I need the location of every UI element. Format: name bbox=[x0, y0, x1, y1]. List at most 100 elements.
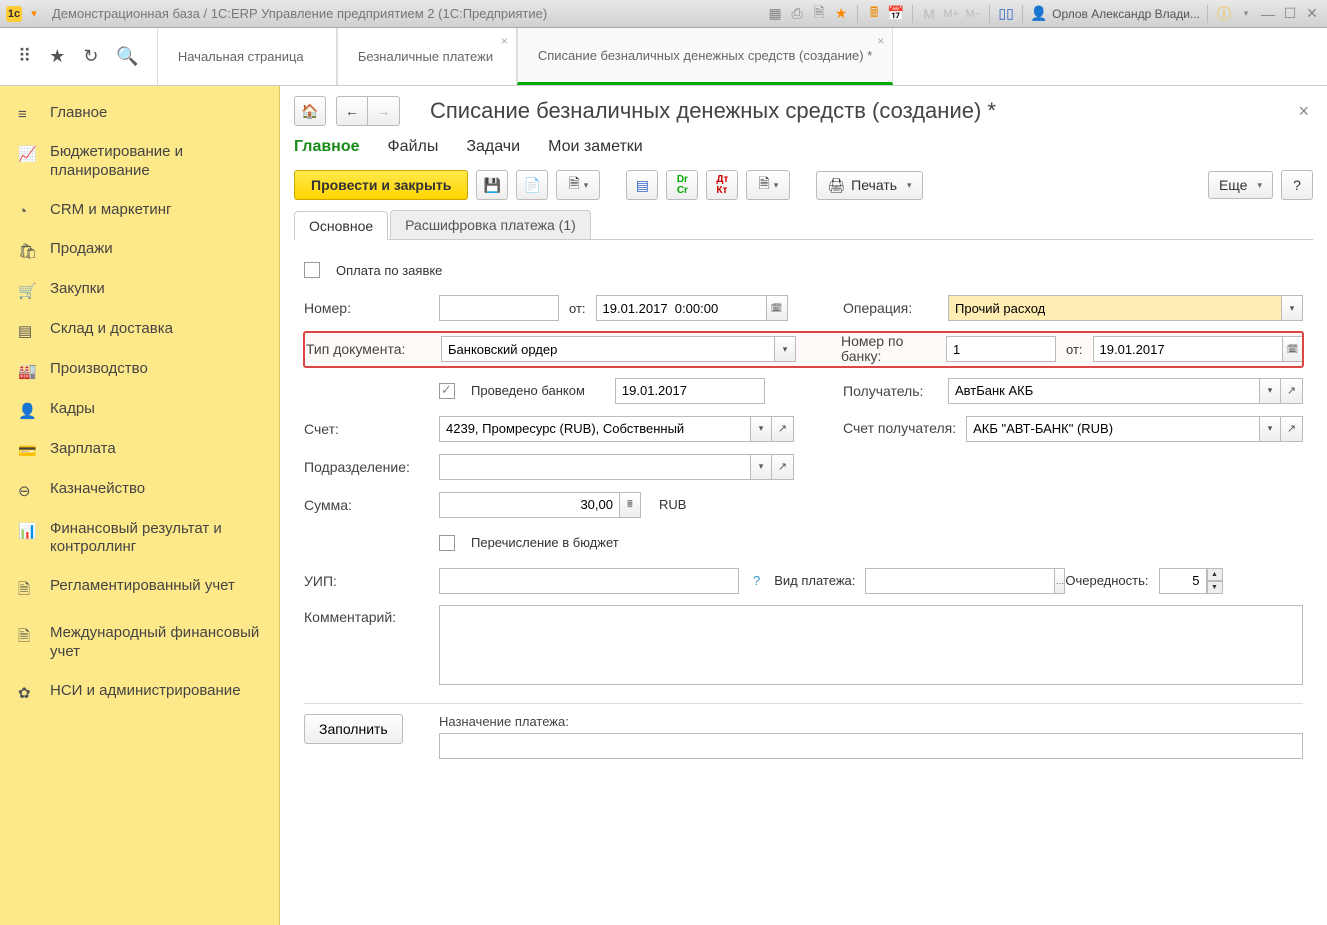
calendar-icon[interactable]: 📅 bbox=[887, 5, 905, 23]
sidebar-item-sales[interactable]: 🛍Продажи bbox=[0, 230, 279, 270]
payment-kind-input[interactable] bbox=[865, 568, 1054, 594]
apps-grid-icon[interactable]: ⠿ bbox=[18, 46, 31, 67]
window-menu-icon[interactable]: ▾ bbox=[26, 6, 42, 22]
account-input[interactable] bbox=[439, 416, 750, 442]
maximize-icon[interactable]: ☐ bbox=[1281, 5, 1299, 23]
tab-start-page[interactable]: Начальная страница bbox=[157, 28, 337, 85]
drcr-icon[interactable]: DrCr bbox=[666, 170, 698, 200]
m-icon[interactable]: M bbox=[920, 5, 938, 23]
sidebar-item-budgeting[interactable]: 📈Бюджетирование и планирование bbox=[0, 133, 279, 191]
dropdown-icon[interactable]: ▾ bbox=[1237, 5, 1255, 23]
tool-icon-3[interactable]: 🗎 bbox=[810, 5, 828, 23]
sidebar-item-hr[interactable]: 👤Кадры bbox=[0, 390, 279, 430]
budget-transfer-checkbox[interactable] bbox=[439, 535, 455, 551]
back-button[interactable]: ← bbox=[336, 96, 368, 126]
dropdown-icon[interactable]: ▾ bbox=[1281, 295, 1303, 321]
sidebar-item-treasury[interactable]: ⊖Казначейство bbox=[0, 470, 279, 510]
search-icon[interactable]: 🔍 bbox=[116, 46, 138, 67]
sidebar-item-main[interactable]: ≡Главное bbox=[0, 94, 279, 133]
date-input[interactable] bbox=[596, 295, 766, 321]
division-input[interactable] bbox=[439, 454, 750, 480]
sidebar-item-admin[interactable]: ✿НСИ и администрирование bbox=[0, 672, 279, 712]
sidebar-item-payroll[interactable]: 💳Зарплата bbox=[0, 430, 279, 470]
favorites-icon[interactable]: ★ bbox=[49, 46, 65, 67]
sum-input[interactable] bbox=[439, 492, 619, 518]
minimize-icon[interactable]: — bbox=[1259, 5, 1277, 23]
post-and-close-button[interactable]: Провести и закрыть bbox=[294, 170, 468, 200]
basis-dropdown-icon[interactable]: 🗎 bbox=[556, 170, 600, 200]
help-button[interactable]: ? bbox=[1281, 170, 1313, 200]
tab-close-icon[interactable]: × bbox=[877, 34, 884, 48]
close-window-icon[interactable]: ✕ bbox=[1303, 5, 1321, 23]
operation-select[interactable] bbox=[948, 295, 1281, 321]
dropdown-icon[interactable]: ▾ bbox=[1259, 378, 1281, 404]
calendar-button[interactable]: 🗓 bbox=[766, 295, 788, 321]
calendar-button[interactable]: 🗓 bbox=[1282, 336, 1304, 362]
sidebar-item-crm[interactable]: ◔CRM и маркетинг bbox=[0, 191, 279, 230]
calc-icon[interactable]: 🖩 bbox=[865, 5, 883, 23]
tab-cashless-payments[interactable]: Безналичные платежи × bbox=[337, 28, 517, 85]
related-dropdown-icon[interactable]: 🗎 bbox=[746, 170, 790, 200]
open-icon[interactable]: ↗ bbox=[772, 454, 794, 480]
sidebar-item-production[interactable]: 🏭Производство bbox=[0, 350, 279, 390]
priority-input[interactable] bbox=[1159, 568, 1207, 594]
save-icon[interactable]: 💾 bbox=[476, 170, 508, 200]
tab-writeoff-funds[interactable]: Списание безналичных денежных средств (с… bbox=[517, 28, 893, 85]
report-icon[interactable]: ▤ bbox=[626, 170, 658, 200]
info-icon[interactable]: ⓘ bbox=[1215, 5, 1233, 23]
purpose-input[interactable] bbox=[439, 733, 1303, 759]
forward-button[interactable]: → bbox=[368, 96, 400, 126]
bank-number-input[interactable] bbox=[946, 336, 1056, 362]
sidebar-item-regaccounting[interactable]: 🗎Регламентированный учет bbox=[0, 567, 279, 614]
sidebar-item-purchases[interactable]: 🛒Закупки bbox=[0, 270, 279, 310]
print-dropdown[interactable]: 🖨Печать bbox=[816, 171, 922, 200]
close-document-icon[interactable]: × bbox=[1294, 97, 1313, 126]
uip-help-icon[interactable]: ? bbox=[749, 573, 764, 588]
doc-nav-notes[interactable]: Мои заметки bbox=[548, 134, 643, 160]
doc-nav-files[interactable]: Файлы bbox=[388, 134, 439, 160]
sidebar-item-intlaccounting[interactable]: 🗎Международный финансовый учет bbox=[0, 614, 279, 672]
sidebar-item-finresult[interactable]: 📊Финансовый результат и контроллинг bbox=[0, 510, 279, 568]
post-icon[interactable]: 📄 bbox=[516, 170, 548, 200]
recipient-input[interactable] bbox=[948, 378, 1259, 404]
open-icon[interactable]: ↗ bbox=[772, 416, 794, 442]
comment-textarea[interactable] bbox=[439, 605, 1303, 685]
history-icon[interactable]: ↻ bbox=[83, 46, 98, 67]
calculator-button[interactable]: 🖩 bbox=[619, 492, 641, 518]
dropdown-icon[interactable]: ▾ bbox=[750, 454, 772, 480]
pay-by-request-checkbox[interactable] bbox=[304, 262, 320, 278]
open-icon[interactable]: ↗ bbox=[1281, 416, 1303, 442]
doc-nav-tasks[interactable]: Задачи bbox=[466, 134, 520, 160]
doc-nav-main[interactable]: Главное bbox=[294, 134, 360, 160]
dropdown-icon[interactable]: ▾ bbox=[750, 416, 772, 442]
subtab-main[interactable]: Основное bbox=[294, 211, 388, 240]
spin-down-icon[interactable]: ▼ bbox=[1207, 581, 1223, 594]
recipient-acc-input[interactable] bbox=[966, 416, 1259, 442]
windows-icon[interactable]: ▯▯ bbox=[997, 5, 1015, 23]
fill-button[interactable]: Заполнить bbox=[304, 714, 403, 744]
dropdown-icon[interactable]: ▾ bbox=[1259, 416, 1281, 442]
tab-close-icon[interactable]: × bbox=[501, 34, 508, 48]
number-input[interactable] bbox=[439, 295, 559, 321]
dropdown-icon[interactable]: ▾ bbox=[774, 336, 796, 362]
home-button[interactable]: 🏠 bbox=[294, 96, 326, 126]
sidebar-item-warehouse[interactable]: ▤Склад и доставка bbox=[0, 310, 279, 350]
subtab-payment-details[interactable]: Расшифровка платежа (1) bbox=[390, 210, 591, 239]
bank-processed-checkbox[interactable] bbox=[439, 383, 455, 399]
open-icon[interactable]: ↗ bbox=[1281, 378, 1303, 404]
tool-icon-1[interactable]: ▦ bbox=[766, 5, 784, 23]
dtkt-icon[interactable]: ДтКт bbox=[706, 170, 738, 200]
select-button[interactable]: … bbox=[1054, 568, 1065, 594]
bank-processed-date-input[interactable] bbox=[615, 378, 765, 404]
m-minus-icon[interactable]: M− bbox=[964, 5, 982, 23]
user-name[interactable]: Орлов Александр Влади... bbox=[1052, 7, 1200, 21]
gear-icon: ✿ bbox=[18, 684, 36, 702]
more-dropdown[interactable]: Еще bbox=[1208, 171, 1273, 199]
m-plus-icon[interactable]: M+ bbox=[942, 5, 960, 23]
tool-icon-2[interactable]: ⎙ bbox=[788, 5, 806, 23]
uip-input[interactable] bbox=[439, 568, 739, 594]
spin-up-icon[interactable]: ▲ bbox=[1207, 568, 1223, 581]
tool-icon-4[interactable]: ★ bbox=[832, 5, 850, 23]
bank-date-input[interactable] bbox=[1093, 336, 1282, 362]
doctype-select[interactable] bbox=[441, 336, 774, 362]
